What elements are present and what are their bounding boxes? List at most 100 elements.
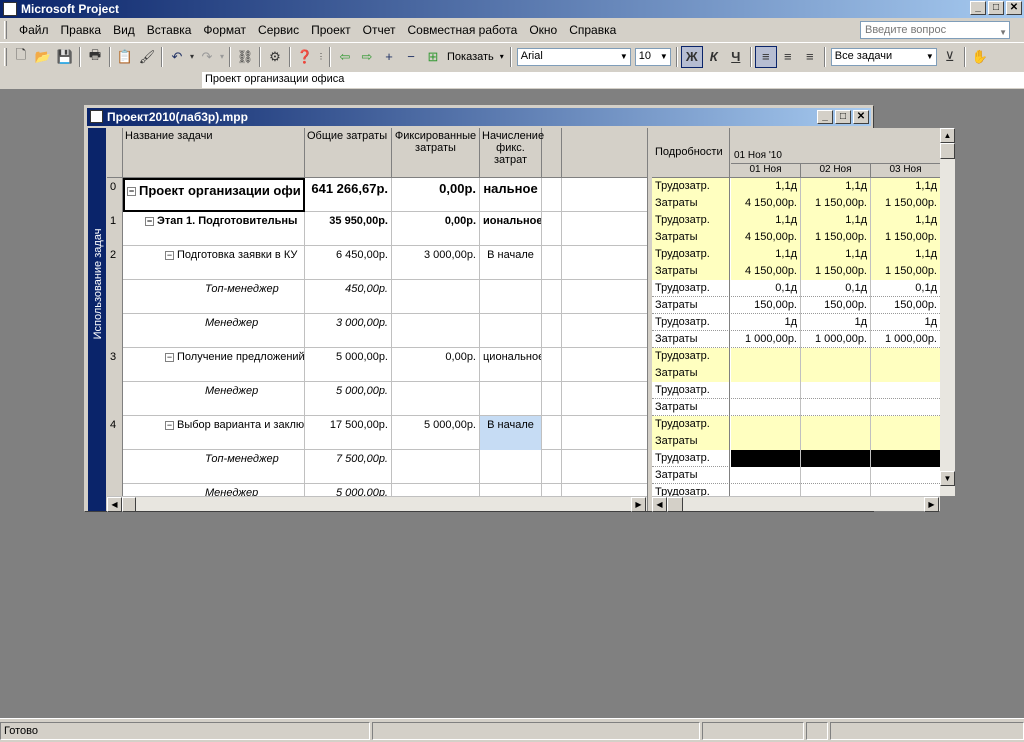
timescale-cell[interactable]: 1,1д: [871, 246, 940, 263]
scroll-down-icon[interactable]: ▼: [940, 471, 955, 486]
ask-question-input[interactable]: Введите вопрос ▼: [860, 21, 1010, 39]
doc-close-button[interactable]: ✕: [853, 110, 869, 124]
task-name-cell[interactable]: Менеджер: [123, 314, 305, 348]
row-id[interactable]: 2: [107, 246, 123, 280]
total-cost-cell[interactable]: 5 000,00р.: [305, 484, 392, 496]
menu-insert[interactable]: Вставка: [141, 23, 198, 37]
timescale-row[interactable]: Трудозатр.: [652, 416, 940, 433]
timescale-row[interactable]: Затраты: [652, 399, 940, 416]
doc-maximize-button[interactable]: □: [835, 110, 851, 124]
fixed-cost-cell[interactable]: 0,00р.: [392, 212, 480, 246]
timescale-cell[interactable]: [871, 399, 940, 416]
fixed-cost-cell[interactable]: [392, 382, 480, 416]
timescale-cell[interactable]: [731, 365, 801, 382]
total-cost-cell[interactable]: 35 950,00р.: [305, 212, 392, 246]
timescale-cell[interactable]: [731, 433, 801, 450]
empty-cell[interactable]: [542, 450, 562, 484]
timescale-row[interactable]: Затраты: [652, 365, 940, 382]
menu-project[interactable]: Проект: [305, 23, 357, 37]
fixed-cost-cell[interactable]: 5 000,00р.: [392, 416, 480, 450]
italic-button[interactable]: К: [703, 46, 725, 68]
timescale-scroll-left-icon[interactable]: ◀: [652, 497, 667, 512]
row-id[interactable]: [107, 450, 123, 484]
row-id[interactable]: [107, 314, 123, 348]
task-name-cell[interactable]: Топ-менеджер: [123, 280, 305, 314]
new-document-icon[interactable]: 🗋: [10, 46, 32, 68]
timescale-cell[interactable]: 1,1д: [871, 178, 940, 195]
timescale-hscroll-thumb[interactable]: [667, 497, 683, 512]
fixed-cost-cell[interactable]: 3 000,00р.: [392, 246, 480, 280]
open-folder-icon[interactable]: 📂: [32, 46, 54, 68]
menu-window[interactable]: Окно: [523, 23, 563, 37]
table-row[interactable]: 2 − Подготовка заявки в КУ 6 450,00р. 3 000,…: [107, 246, 647, 280]
task-name-cell[interactable]: − Выбор варианта и заклю: [123, 416, 305, 450]
timescale-cell[interactable]: 4 150,00р.: [731, 195, 801, 212]
total-cost-cell[interactable]: 5 000,00р.: [305, 382, 392, 416]
table-row[interactable]: 4 − Выбор варианта и заклю 17 500,00р. 5 000…: [107, 416, 647, 450]
timescale-row[interactable]: Затраты 150,00р. 150,00р. 150,00р.: [652, 297, 940, 314]
timescale-cell[interactable]: 1д: [731, 314, 801, 331]
accrual-cell[interactable]: [480, 382, 542, 416]
empty-cell[interactable]: [542, 314, 562, 348]
paste-icon[interactable]: 📋: [114, 46, 136, 68]
table-row[interactable]: Топ-менеджер 7 500,00р.: [107, 450, 647, 484]
row-id[interactable]: 0: [107, 178, 123, 212]
fixed-cost-cell[interactable]: 0,00р.: [392, 178, 480, 212]
timescale-hscrollbar[interactable]: ◀ ▶: [652, 496, 940, 512]
total-cost-cell[interactable]: 17 500,00р.: [305, 416, 392, 450]
format-painter-icon[interactable]: 🖌: [136, 46, 158, 68]
row-id[interactable]: [107, 280, 123, 314]
empty-cell[interactable]: [542, 484, 562, 496]
total-cost-cell[interactable]: 450,00р.: [305, 280, 392, 314]
timescale-cell[interactable]: [871, 450, 940, 467]
timescale-cell[interactable]: 150,00р.: [871, 297, 940, 314]
accrual-cell[interactable]: [480, 450, 542, 484]
col-header-empty[interactable]: [542, 128, 562, 178]
col-header-name[interactable]: Название задачи: [123, 128, 305, 178]
menu-format[interactable]: Формат: [197, 23, 252, 37]
grid-scroll-right-icon[interactable]: ▶: [631, 497, 646, 512]
table-row[interactable]: Менеджер 3 000,00р.: [107, 314, 647, 348]
doc-minimize-button[interactable]: _: [817, 110, 833, 124]
task-name-cell[interactable]: Менеджер: [123, 484, 305, 496]
menu-report[interactable]: Отчет: [357, 23, 402, 37]
splitter[interactable]: [647, 128, 651, 511]
filter-select[interactable]: Все задачи ▼: [830, 47, 937, 66]
menu-tools[interactable]: Сервис: [252, 23, 305, 37]
font-dropdown-icon[interactable]: ▼: [620, 52, 628, 61]
accrual-cell[interactable]: В начале: [480, 416, 542, 450]
timescale-cell[interactable]: 1 150,00р.: [871, 263, 940, 280]
timescale-cell[interactable]: 1,1д: [731, 212, 801, 229]
timescale-row[interactable]: Трудозатр. 1,1д 1,1д 1,1д: [652, 178, 940, 195]
redo-dropdown-icon[interactable]: ▾: [218, 46, 226, 68]
timescale-cell[interactable]: [871, 348, 940, 365]
col-header-total-cost[interactable]: Общие затраты: [305, 128, 392, 178]
show-button[interactable]: Показать: [444, 51, 497, 63]
empty-cell[interactable]: [542, 212, 562, 246]
timescale-row[interactable]: Затраты: [652, 433, 940, 450]
grid-hscrollbar[interactable]: ◀ ▶: [107, 496, 647, 512]
hide-subtasks-icon[interactable]: −: [400, 46, 422, 68]
timescale-cell[interactable]: [801, 467, 871, 484]
menu-help[interactable]: Справка: [563, 23, 622, 37]
task-name-cell[interactable]: Топ-менеджер: [123, 450, 305, 484]
align-center-icon[interactable]: ≡: [777, 46, 799, 68]
timescale-row[interactable]: Затраты 4 150,00р. 1 150,00р. 1 150,00р.: [652, 195, 940, 212]
timescale-row[interactable]: Затраты 1 000,00р. 1 000,00р. 1 000,00р.: [652, 331, 940, 348]
accrual-cell[interactable]: циональное: [480, 348, 542, 382]
timescale-cell[interactable]: 0,1д: [801, 280, 871, 297]
task-name-cell[interactable]: − Получение предложений: [123, 348, 305, 382]
task-name-cell[interactable]: − Проект организации офи: [123, 178, 305, 212]
timescale-row[interactable]: Трудозатр. 0,1д 0,1д 0,1д: [652, 280, 940, 297]
redo-icon[interactable]: ↷: [196, 46, 218, 68]
collapse-icon[interactable]: −: [127, 187, 136, 197]
total-cost-cell[interactable]: 6 450,00р.: [305, 246, 392, 280]
timescale-cell[interactable]: 1 000,00р.: [801, 331, 871, 348]
timescale-cell[interactable]: [801, 365, 871, 382]
menu-file[interactable]: Файл: [13, 23, 55, 37]
timescale-cell[interactable]: [801, 382, 871, 399]
collapse-icon[interactable]: −: [145, 216, 154, 226]
timescale-cell[interactable]: [801, 416, 871, 433]
table-row[interactable]: 1 − Этап 1. Подготовительны 35 950,00р. 0,00…: [107, 212, 647, 246]
empty-cell[interactable]: [542, 246, 562, 280]
